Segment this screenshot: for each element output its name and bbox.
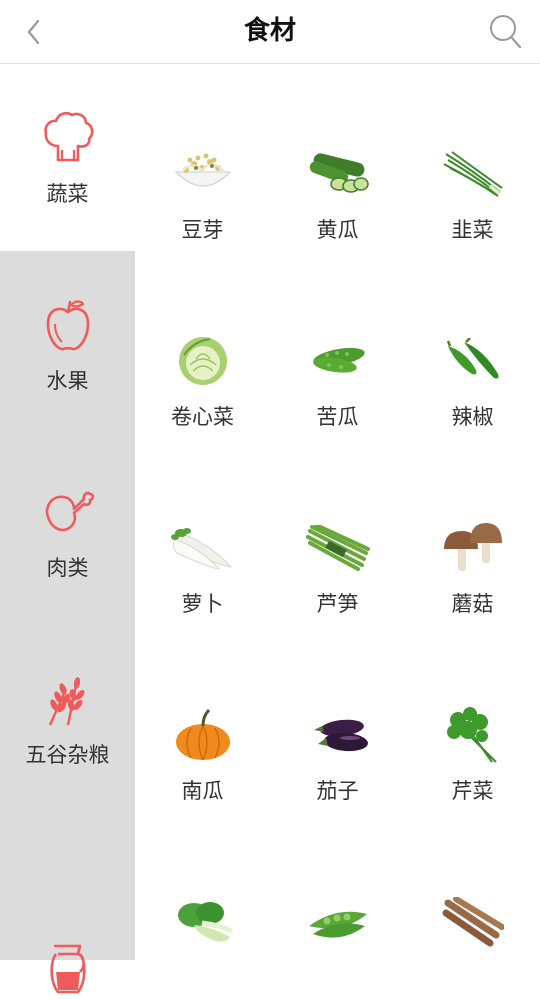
chili-pepper-icon [438,331,508,391]
ingredient-item[interactable]: 卷心菜 [135,251,270,438]
cabbage-icon [168,331,238,391]
back-button[interactable] [14,12,54,52]
chive-icon [438,144,508,204]
bean-sprout-icon [168,144,238,204]
pea-pod-icon [303,892,373,952]
category-vegetables[interactable]: 蔬菜 [0,64,135,251]
category-grains[interactable]: 五谷杂粮 [0,625,135,812]
category-drinks[interactable] [0,812,135,999]
ingredient-name: 芹菜 [451,779,494,803]
eggplant-icon [303,705,373,765]
ingredient-item[interactable] [135,812,270,999]
meat-drumstick-icon [38,482,98,542]
vegetable-icon [38,108,98,168]
juice-pitcher-icon [38,936,98,996]
category-fruit[interactable]: 水果 [0,251,135,438]
ingredient-item[interactable]: 苦瓜 [270,251,405,438]
pumpkin-icon [168,705,238,765]
mushroom-icon [438,518,508,578]
ingredient-name: 韭菜 [451,218,494,242]
ingredient-item[interactable]: 芹菜 [405,625,540,812]
bitter-melon-icon [303,331,373,391]
yam-icon [438,892,508,952]
ingredient-name: 茄子 [316,779,359,803]
wheat-icon [38,669,98,729]
ingredient-item[interactable] [405,812,540,999]
apple-icon [38,295,98,355]
category-meat[interactable]: 肉类 [0,438,135,625]
ingredient-name: 辣椒 [451,405,494,429]
ingredient-name: 萝卜 [181,592,224,616]
search-button[interactable] [486,10,526,54]
category-label: 水果 [46,368,89,393]
category-label: 蔬菜 [46,181,89,206]
ingredient-item[interactable]: 豆芽 [135,64,270,251]
radish-icon [168,518,238,578]
ingredient-item[interactable]: 蘑菇 [405,438,540,625]
top-bar: 食材 [0,0,540,64]
celery-icon [438,705,508,765]
ingredient-grid: 豆芽 黄瓜 韭菜 卷心菜 苦瓜 辣椒 萝卜 芦笋 蘑菇 南瓜 茄子 芹菜 [135,64,540,960]
ingredient-name: 卷心菜 [171,405,234,429]
ingredient-name: 芦笋 [316,592,359,616]
ingredient-name: 豆芽 [181,218,224,242]
ingredient-name: 苦瓜 [316,405,359,429]
cucumber-icon [303,144,373,204]
ingredient-item[interactable]: 南瓜 [135,625,270,812]
ingredient-item[interactable]: 辣椒 [405,251,540,438]
page-title: 食材 [243,16,296,46]
category-label: 肉类 [46,555,89,580]
category-label: 五谷杂粮 [25,742,110,767]
ingredient-name: 黄瓜 [316,218,359,242]
search-icon [490,15,522,49]
ingredient-item[interactable] [270,812,405,999]
ingredient-item[interactable]: 萝卜 [135,438,270,625]
ingredient-item[interactable]: 黄瓜 [270,64,405,251]
ingredient-item[interactable]: 韭菜 [405,64,540,251]
ingredient-name: 南瓜 [181,779,224,803]
category-sidebar: 蔬菜 水果 肉类 五谷杂粮 [0,64,135,993]
ingredient-item[interactable]: 芦笋 [270,438,405,625]
ingredient-name: 蘑菇 [451,592,494,616]
bok-choy-icon [168,892,238,952]
ingredient-item[interactable]: 茄子 [270,625,405,812]
chevron-left-icon [27,19,40,45]
asparagus-icon [303,518,373,578]
